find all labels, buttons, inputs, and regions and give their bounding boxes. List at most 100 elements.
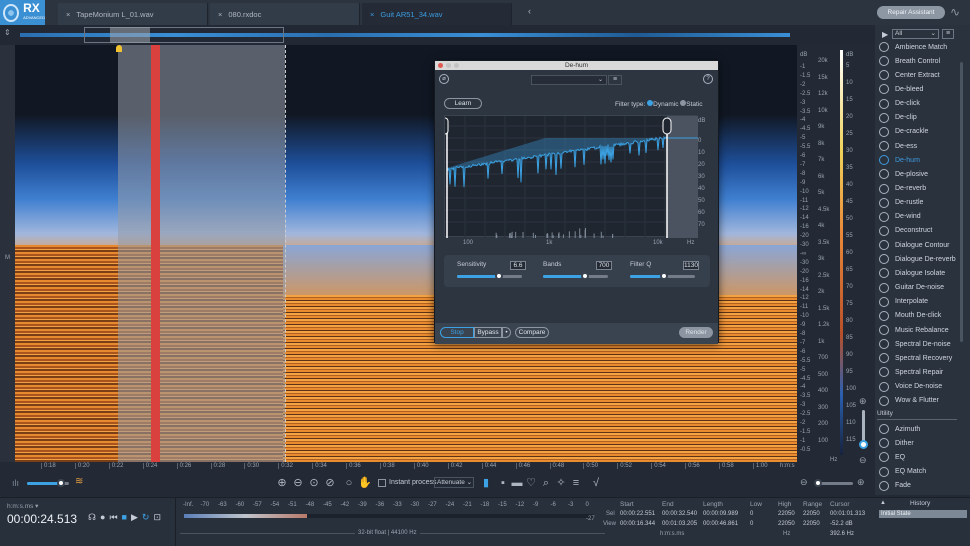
render-button[interactable]: Render — [679, 327, 713, 338]
time-selection[interactable] — [118, 45, 285, 462]
module-dialogue-de-reverb[interactable]: Dialogue De-reverb — [879, 252, 963, 266]
module-guitar-de-noise[interactable]: Guitar De-noise — [879, 281, 963, 295]
module-azimuth[interactable]: Azimuth — [879, 422, 963, 436]
bands-slider[interactable] — [543, 275, 608, 278]
module-dialogue-isolate[interactable]: Dialogue Isolate — [879, 266, 963, 280]
module-de-hum[interactable]: De-hum — [879, 153, 963, 167]
module-music-rebalance[interactable]: Music Rebalance — [879, 323, 963, 337]
expand-modules-icon[interactable]: ▶ — [882, 30, 888, 39]
zoom-selection-icon[interactable]: ⊙ — [308, 477, 320, 489]
frequency-zoom-knob[interactable] — [859, 440, 868, 449]
module-de-ess[interactable]: De-ess — [879, 139, 963, 153]
zoom-in-icon[interactable]: ⊕ — [276, 477, 288, 489]
zoom-out-icon[interactable]: ⊖ — [292, 477, 304, 489]
lasso-tool-icon[interactable]: ♡ — [525, 477, 537, 489]
module-mouth-de-click[interactable]: Mouth De-click — [879, 309, 963, 323]
history-item[interactable]: Initial State — [879, 510, 967, 518]
module-dither[interactable]: Dither — [879, 436, 963, 450]
zoom-out-time-icon[interactable]: ⊖ — [800, 477, 808, 488]
view-cursor-value[interactable]: -52.2 dB — [830, 521, 853, 527]
view-end-value[interactable]: 00:01:03.205 — [662, 521, 697, 527]
zoom-in-time-icon[interactable]: ⊕ — [857, 477, 865, 488]
utility-section-header[interactable]: Utility — [877, 410, 957, 420]
overview-selection[interactable] — [110, 27, 150, 43]
module-eq[interactable]: EQ — [879, 450, 963, 464]
module-spectral-de-noise[interactable]: Spectral De-noise — [879, 337, 963, 351]
module-de-rustle[interactable]: De-rustle — [879, 196, 963, 210]
zoom-fit-icon[interactable]: ⊘ — [324, 477, 336, 489]
preset-select[interactable]: ⌄ — [531, 75, 607, 85]
module-de-bleed[interactable]: De-bleed — [879, 82, 963, 96]
zoom-tool-icon[interactable]: ○ — [343, 477, 355, 489]
playhead-marker[interactable] — [116, 45, 122, 52]
module-de-plosive[interactable]: De-plosive — [879, 167, 963, 181]
bypass-button[interactable]: Bypass — [474, 327, 502, 338]
tab-file-1[interactable]: × TapeMonium L_01.wav — [58, 3, 208, 25]
magic-wand-icon[interactable]: ✧ — [555, 477, 567, 489]
stop-icon[interactable]: ■ — [122, 512, 131, 522]
module-menu-icon[interactable]: ≡ — [942, 29, 954, 39]
hum-spectrum-graph[interactable] — [444, 115, 697, 237]
stop-button[interactable]: Stop — [440, 327, 474, 338]
module-filter-select[interactable]: All ⌄ — [892, 29, 939, 39]
spectrogram-view-icon[interactable]: ≋ — [75, 476, 83, 487]
view-range-value[interactable]: 22050 — [803, 521, 820, 527]
compare-button[interactable]: Compare — [515, 327, 549, 338]
module-spectral-repair[interactable]: Spectral Repair — [879, 365, 963, 379]
monitor-icon[interactable]: ☊ — [88, 512, 100, 522]
sensitivity-slider[interactable] — [457, 275, 522, 278]
box-selection-tool-icon[interactable]: ▪ — [497, 477, 509, 489]
module-fade[interactable]: Fade — [879, 479, 963, 493]
module-de-wind[interactable]: De-wind — [879, 210, 963, 224]
harmonic-selection-icon[interactable]: ≡ — [570, 477, 582, 489]
tabs-scroll-left-icon[interactable]: ‹ — [528, 6, 531, 16]
bands-value[interactable]: 700 — [596, 261, 612, 270]
selection-feathering-icon[interactable]: √ — [590, 477, 602, 489]
play-selection-icon[interactable]: ⊡ — [153, 512, 165, 522]
view-high-value[interactable]: 22050 — [778, 521, 795, 527]
instant-process-mode-select[interactable]: Attenuate ⌄ — [434, 477, 474, 488]
tab-file-2[interactable]: × 080.rxdoc — [210, 3, 360, 25]
loop-icon[interactable]: ↻ — [142, 512, 154, 522]
minimize-window-icon[interactable] — [446, 63, 451, 68]
close-window-icon[interactable] — [438, 63, 443, 68]
zoom-in-frequency-icon[interactable]: ⊕ — [859, 396, 867, 407]
module-center-extract[interactable]: Center Extract — [879, 68, 963, 82]
module-de-reverb[interactable]: De-reverb — [879, 182, 963, 196]
module-dialogue-contour[interactable]: Dialogue Contour — [879, 238, 963, 252]
collapse-history-icon[interactable]: ▲ — [880, 500, 886, 506]
help-icon[interactable]: ? — [703, 74, 713, 84]
preset-menu-icon[interactable]: ≡ — [608, 75, 622, 85]
module-wow-flutter[interactable]: Wow & Flutter — [879, 394, 963, 408]
tab-file-3[interactable]: × Guit AR51_34.wav — [362, 3, 512, 25]
view-length-value[interactable]: 00:00:46.861 — [703, 521, 738, 527]
view-low-value[interactable]: 0 — [750, 521, 753, 527]
module-ambience-match[interactable]: Ambience Match — [879, 40, 963, 54]
waveform-view-icon[interactable]: ılı — [12, 478, 19, 488]
module-de-clip[interactable]: De-clip — [879, 111, 963, 125]
zoom-out-frequency-icon[interactable]: ⊖ — [859, 455, 867, 466]
play-icon[interactable]: ▶ — [131, 512, 142, 522]
selection-end-line[interactable] — [285, 45, 286, 462]
time-zoom-knob[interactable] — [814, 479, 822, 487]
go-to-start-icon[interactable]: ⏮ — [109, 512, 121, 522]
close-tab-icon[interactable]: × — [370, 10, 374, 19]
spectrogram-blend-slider[interactable] — [27, 482, 69, 485]
hand-tool-icon[interactable]: ✋ — [358, 477, 370, 489]
module-breath-control[interactable]: Breath Control — [879, 54, 963, 68]
module-interpolate[interactable]: Interpolate — [879, 295, 963, 309]
close-tab-icon[interactable]: × — [218, 10, 222, 19]
module-deconstruct[interactable]: Deconstruct — [879, 224, 963, 238]
module-voice-de-noise[interactable]: Voice De-noise — [879, 380, 963, 394]
frequency-selection-tool-icon[interactable]: ▬ — [511, 477, 523, 489]
filter-q-slider[interactable] — [630, 275, 695, 278]
learn-button[interactable]: Learn — [444, 98, 482, 109]
instant-process-checkbox[interactable] — [378, 479, 386, 487]
filter-q-value[interactable]: 1130 — [683, 261, 699, 270]
module-de-crackle[interactable]: De-crackle — [879, 125, 963, 139]
zoom-window-icon[interactable] — [454, 63, 459, 68]
brush-tool-icon[interactable]: ⌕ — [540, 477, 552, 489]
collapse-overview-icon[interactable]: ⇕ — [4, 28, 11, 37]
module-eq-match[interactable]: EQ Match — [879, 465, 963, 479]
timeline-ruler[interactable] — [15, 462, 797, 472]
